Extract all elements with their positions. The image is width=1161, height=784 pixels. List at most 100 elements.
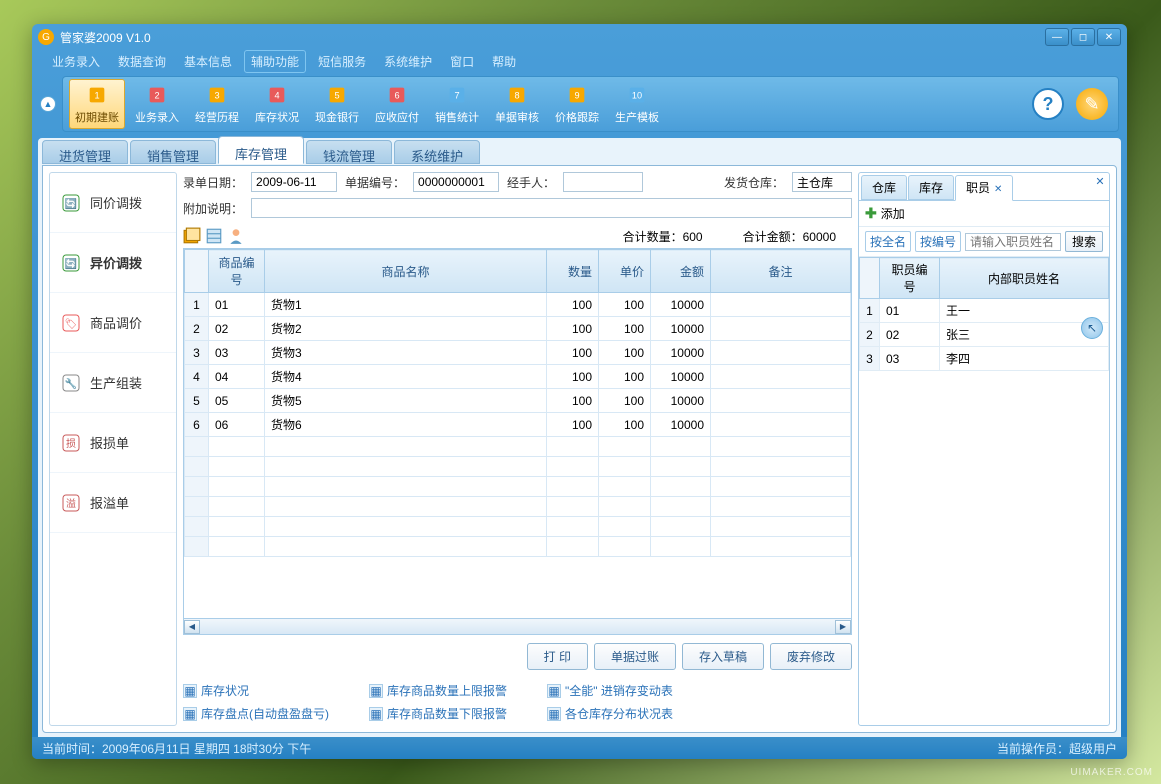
- collapse-toolbar-icon[interactable]: ▲: [40, 96, 56, 112]
- report-icon: ▦: [547, 684, 561, 698]
- main-tab-1[interactable]: 销售管理: [130, 140, 216, 164]
- search-mode-code[interactable]: 按编号: [915, 231, 961, 252]
- report-link[interactable]: ▦库存商品数量下限报警: [369, 705, 507, 722]
- sidenav-item-5[interactable]: 溢报溢单: [50, 473, 176, 533]
- sidenav-item-2[interactable]: 🏷商品调价: [50, 293, 176, 353]
- titlebar[interactable]: G 管家婆2009 V1.0 — ◻ ✕: [32, 24, 1127, 50]
- toolbar-btn-2[interactable]: 3经营历程: [189, 79, 245, 129]
- logo-icon[interactable]: ✎: [1076, 88, 1108, 120]
- grid-icon-2[interactable]: [205, 227, 223, 245]
- table-row-empty[interactable]: [185, 437, 851, 457]
- report-link[interactable]: ▦各仓库存分布状况表: [547, 705, 673, 722]
- panel-close-icon[interactable]: ✕: [1093, 175, 1107, 189]
- grid-header-4[interactable]: 金额: [651, 250, 711, 293]
- table-row[interactable]: 303货物310010010000: [185, 341, 851, 365]
- close-button[interactable]: ✕: [1097, 28, 1121, 46]
- main-tab-2[interactable]: 库存管理: [218, 136, 304, 164]
- toolbar-btn-6[interactable]: 7销售统计: [429, 79, 485, 129]
- svg-text:6: 6: [394, 91, 399, 101]
- main-tab-3[interactable]: 钱流管理: [306, 140, 392, 164]
- menu-item-1[interactable]: 数据查询: [112, 51, 172, 72]
- table-row-empty[interactable]: [185, 517, 851, 537]
- right-tab-0[interactable]: 仓库: [861, 175, 907, 200]
- menu-item-4[interactable]: 短信服务: [312, 51, 372, 72]
- menu-item-3[interactable]: 辅助功能: [244, 50, 306, 73]
- tab-close-icon[interactable]: ✕: [994, 184, 1002, 195]
- right-tab-2[interactable]: 职员✕: [955, 175, 1013, 201]
- sidenav-item-1[interactable]: 🔄异价调拨: [50, 233, 176, 293]
- toolbar-btn-4[interactable]: 5现金银行: [309, 79, 365, 129]
- desc-input[interactable]: [251, 198, 852, 218]
- grid-hscrollbar[interactable]: ◀▶: [184, 618, 851, 634]
- employee-row[interactable]: 303李四: [860, 347, 1109, 371]
- menu-item-2[interactable]: 基本信息: [178, 51, 238, 72]
- toolbar-btn-5[interactable]: 6应收应付: [369, 79, 425, 129]
- report-link[interactable]: ▦库存盘点(自动盘盈盘亏): [183, 705, 329, 722]
- warehouse-input[interactable]: [792, 172, 852, 192]
- discard-button[interactable]: 废弃修改: [770, 643, 852, 670]
- grid-header-2[interactable]: 数量: [547, 250, 599, 293]
- table-row[interactable]: 202货物210010010000: [185, 317, 851, 341]
- sidenav-icon-5: 溢: [60, 492, 82, 514]
- date-input[interactable]: [251, 172, 337, 192]
- menu-item-6[interactable]: 窗口: [444, 51, 480, 72]
- handler-input[interactable]: [563, 172, 643, 192]
- minimize-button[interactable]: —: [1045, 28, 1069, 46]
- help-icon[interactable]: ?: [1032, 88, 1064, 120]
- report-link[interactable]: ▦"全能" 进销存变动表: [547, 682, 673, 699]
- bill-input[interactable]: [413, 172, 499, 192]
- toolbar-btn-7[interactable]: 8单据审核: [489, 79, 545, 129]
- emp-header-0[interactable]: 职员编号: [880, 258, 940, 299]
- add-label[interactable]: 添加: [881, 205, 905, 222]
- right-tab-1[interactable]: 库存: [908, 175, 954, 200]
- sidenav-icon-0: 🔄: [60, 192, 82, 214]
- table-row[interactable]: 404货物410010010000: [185, 365, 851, 389]
- table-row-empty[interactable]: [185, 497, 851, 517]
- search-mode-fullname[interactable]: 按全名: [865, 231, 911, 252]
- toolbar-btn-8[interactable]: 9价格跟踪: [549, 79, 605, 129]
- table-row[interactable]: 606货物610010010000: [185, 413, 851, 437]
- employee-row[interactable]: 101王一: [860, 299, 1109, 323]
- employee-search-input[interactable]: [965, 233, 1061, 251]
- grid-icon-1[interactable]: [183, 227, 201, 245]
- grid-header-3[interactable]: 单价: [599, 250, 651, 293]
- menu-item-0[interactable]: 业务录入: [46, 51, 106, 72]
- sidenav-item-0[interactable]: 🔄同价调拨: [50, 173, 176, 233]
- emp-header-1[interactable]: 内部职员姓名: [940, 258, 1109, 299]
- toolbar-btn-3[interactable]: 4库存状况: [249, 79, 305, 129]
- main-tab-0[interactable]: 进货管理: [42, 140, 128, 164]
- add-icon[interactable]: ✚: [865, 205, 877, 222]
- search-button[interactable]: 搜索: [1065, 231, 1103, 252]
- table-row[interactable]: 505货物510010010000: [185, 389, 851, 413]
- employee-grid[interactable]: 职员编号内部职员姓名101王一202张三303李四 ↖: [859, 257, 1109, 725]
- draft-button[interactable]: 存入草稿: [682, 643, 764, 670]
- sidenav-item-4[interactable]: 损报损单: [50, 413, 176, 473]
- person-icon[interactable]: [227, 227, 245, 245]
- items-grid[interactable]: 商品编号商品名称数量单价金额备注101货物110010010000202货物21…: [183, 248, 852, 635]
- toolbar-btn-0[interactable]: 1初期建账: [69, 79, 125, 129]
- main-tab-4[interactable]: 系统维护: [394, 140, 480, 164]
- grid-header-0[interactable]: 商品编号: [209, 250, 265, 293]
- menu-item-7[interactable]: 帮助: [486, 51, 522, 72]
- report-icon: ▦: [183, 684, 197, 698]
- sidenav-item-3[interactable]: 🔧生产组装: [50, 353, 176, 413]
- grid-header-5[interactable]: 备注: [711, 250, 851, 293]
- report-link[interactable]: ▦库存状况: [183, 682, 329, 699]
- table-row-empty[interactable]: [185, 477, 851, 497]
- post-button[interactable]: 单据过账: [594, 643, 676, 670]
- table-row-empty[interactable]: [185, 457, 851, 477]
- toolbar-icon-5: 6: [383, 83, 411, 107]
- sidenav-icon-1: 🔄: [60, 252, 82, 274]
- scroll-up-icon[interactable]: ↖: [1081, 317, 1103, 339]
- table-row-empty[interactable]: [185, 537, 851, 557]
- menu-item-5[interactable]: 系统维护: [378, 51, 438, 72]
- maximize-button[interactable]: ◻: [1071, 28, 1095, 46]
- toolbar-btn-1[interactable]: 2业务录入: [129, 79, 185, 129]
- report-link[interactable]: ▦库存商品数量上限报警: [369, 682, 507, 699]
- table-row[interactable]: 101货物110010010000: [185, 293, 851, 317]
- content-area: 进货管理销售管理库存管理钱流管理系统维护 🔄同价调拨🔄异价调拨🏷商品调价🔧生产组…: [38, 138, 1121, 737]
- employee-row[interactable]: 202张三: [860, 323, 1109, 347]
- toolbar-btn-9[interactable]: 10生产模板: [609, 79, 665, 129]
- print-button[interactable]: 打 印: [527, 643, 588, 670]
- grid-header-1[interactable]: 商品名称: [265, 250, 547, 293]
